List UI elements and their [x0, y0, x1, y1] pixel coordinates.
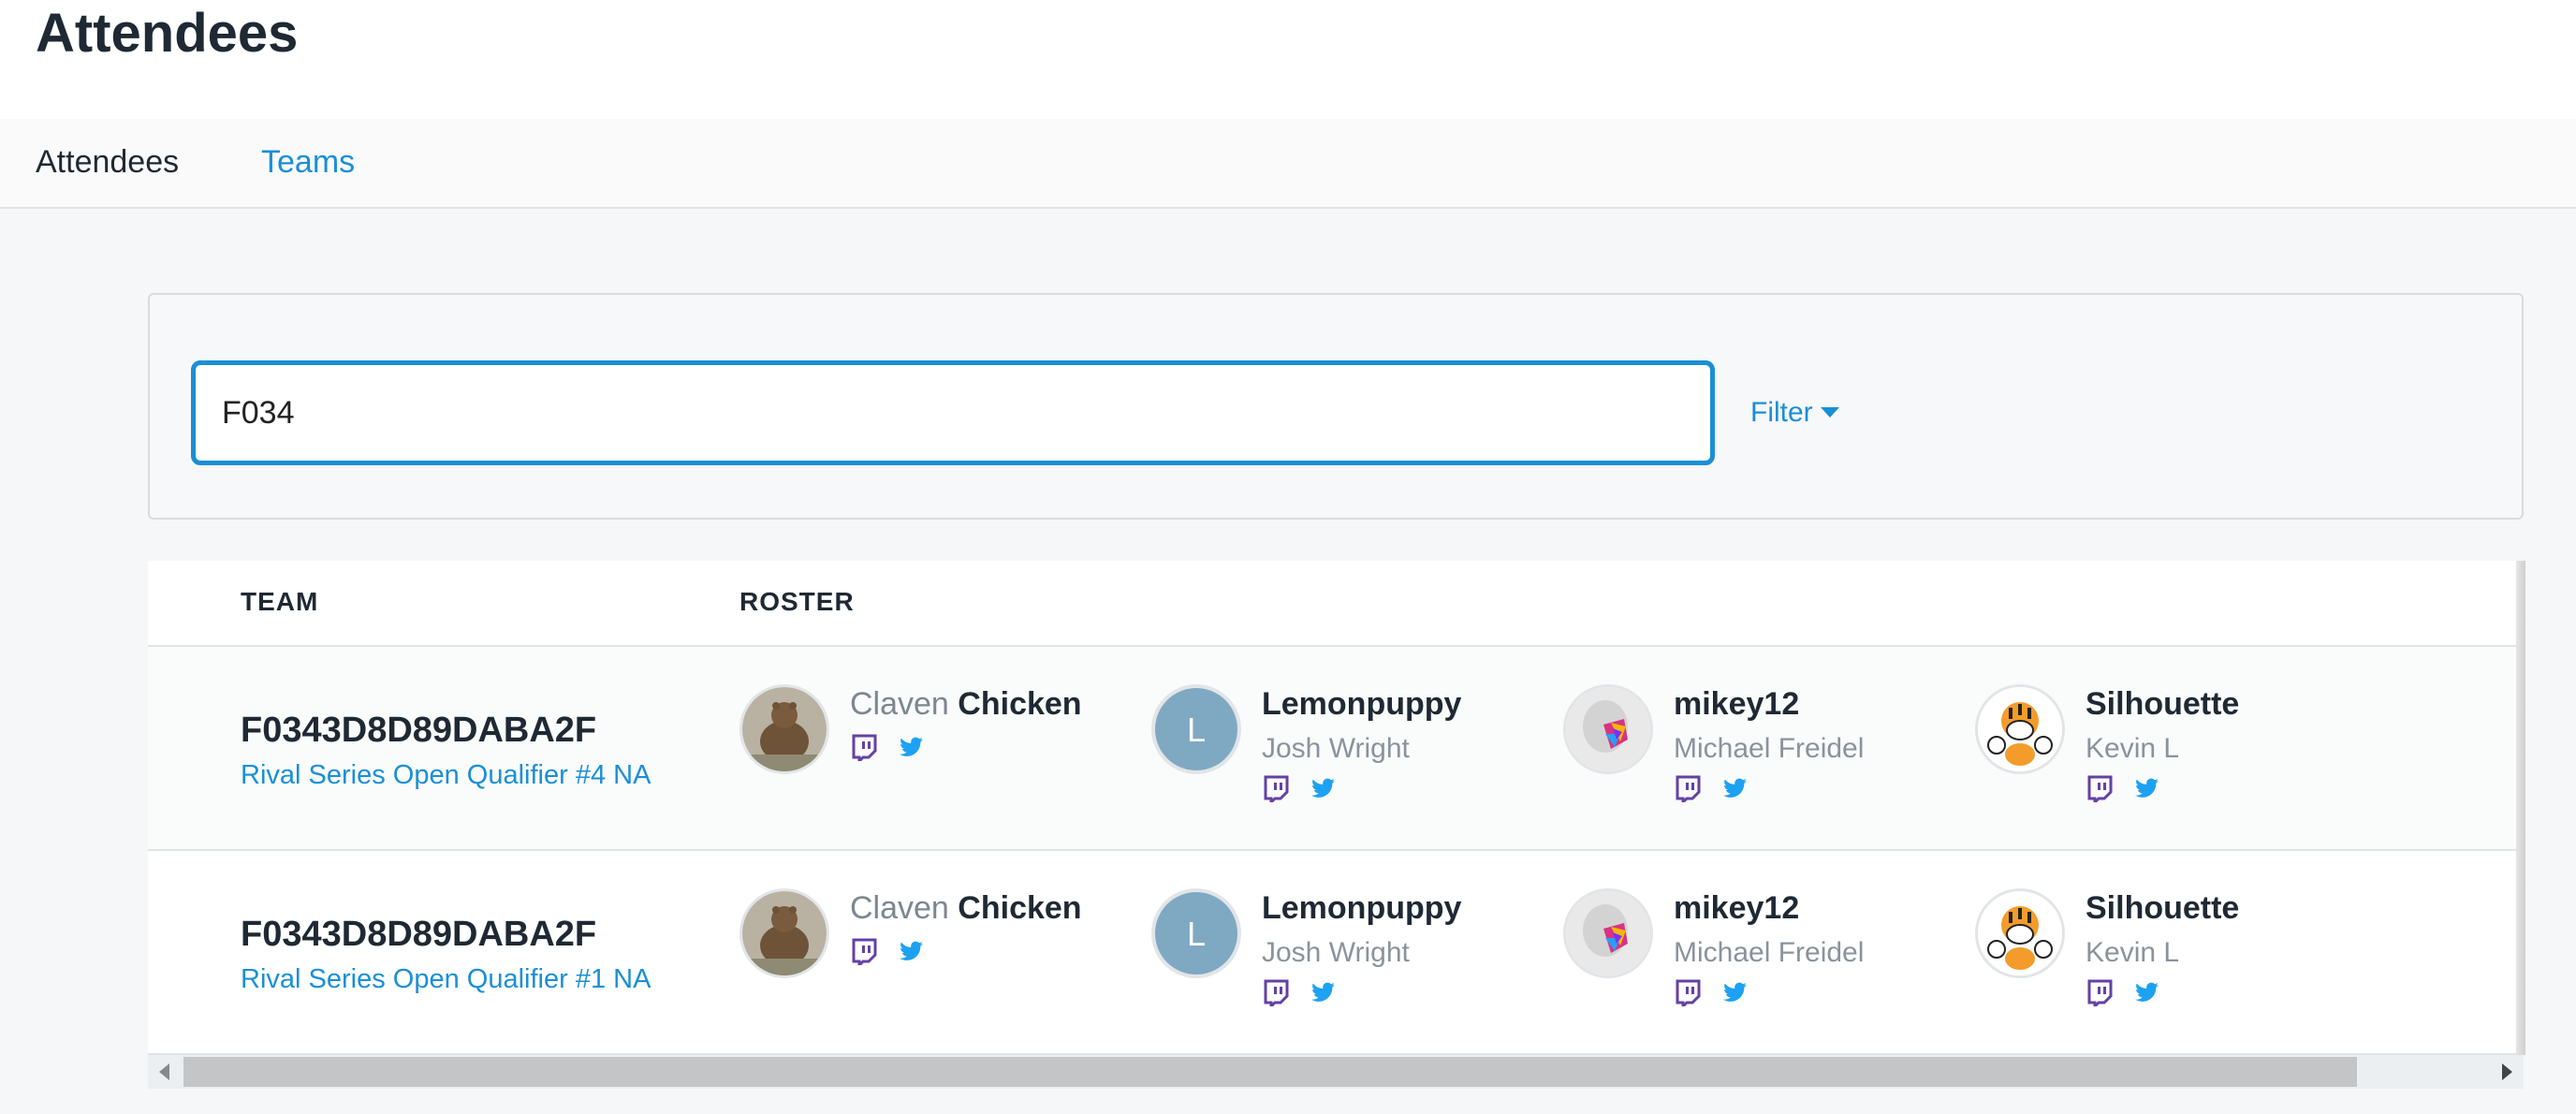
- member-real-name: Michael Freidel: [1674, 937, 1865, 968]
- scroll-left-icon[interactable]: [159, 1063, 169, 1080]
- member-real-name: Kevin L: [2086, 937, 2180, 968]
- scrollbar-thumb[interactable]: [183, 1057, 2357, 1087]
- avatar-bear[interactable]: [739, 684, 829, 774]
- twitter-icon[interactable]: [897, 733, 925, 761]
- horizontal-scrollbar[interactable]: [148, 1055, 2524, 1089]
- twitch-icon[interactable]: [1262, 978, 1290, 1006]
- tab-bar: Attendees Teams: [0, 119, 2576, 209]
- twitter-icon[interactable]: [1309, 978, 1337, 1006]
- roster-member: L Lemonpuppy Josh Wright: [1151, 684, 1526, 825]
- twitch-icon[interactable]: [2086, 774, 2114, 802]
- page-header: Attendees: [0, 0, 2576, 121]
- twitter-icon[interactable]: [1309, 774, 1337, 802]
- avatar-letter[interactable]: L: [1151, 684, 1241, 774]
- social-links: [2086, 978, 2179, 1006]
- roster-member: Silhouette Kevin L: [1975, 888, 2349, 1029]
- tab-teams[interactable]: Teams: [261, 141, 355, 183]
- event-link[interactable]: Rival Series Open Qualifier #1 NA: [241, 961, 651, 997]
- twitch-icon[interactable]: [850, 937, 878, 965]
- member-handle: Silhouette: [2086, 890, 2240, 926]
- team-name: F0343D8D89DABA2F: [241, 915, 597, 954]
- member-handle: Lemonpuppy: [1262, 686, 1462, 722]
- filter-label: Filter: [1750, 397, 1813, 428]
- twitter-icon[interactable]: [1720, 774, 1749, 802]
- filter-dropdown-button[interactable]: Filter: [1750, 394, 1839, 432]
- search-input[interactable]: [191, 360, 1715, 465]
- member-prefix: Claven: [850, 686, 949, 722]
- member-handle: mikey12: [1674, 890, 1800, 926]
- social-links: [1262, 774, 1355, 802]
- twitch-icon[interactable]: [850, 733, 878, 761]
- avatar-letter[interactable]: L: [1151, 888, 1241, 978]
- social-links: [1674, 978, 1767, 1006]
- twitch-icon[interactable]: [1674, 978, 1702, 1006]
- roster-member: Claven Chicken: [739, 888, 1114, 1029]
- twitter-icon[interactable]: [2132, 978, 2160, 1006]
- member-name: Claven Chicken: [850, 888, 1082, 928]
- table-row: F0343D8D89DABA2F Rival Series Open Quali…: [148, 851, 2524, 1055]
- avatar-helmet[interactable]: [1563, 684, 1653, 774]
- member-handle: mikey12: [1674, 686, 1800, 722]
- twitch-icon[interactable]: [2086, 978, 2114, 1006]
- column-header-team: TEAM: [241, 587, 319, 616]
- member-real-name: Kevin L: [2086, 733, 2180, 764]
- column-header-roster: ROSTER: [739, 587, 855, 616]
- avatar-helmet[interactable]: [1563, 888, 1653, 978]
- avatar-bear[interactable]: [739, 888, 829, 978]
- twitch-icon[interactable]: [1674, 774, 1702, 802]
- roster-member: mikey12 Michael Freidel: [1563, 684, 1938, 825]
- scroll-right-icon[interactable]: [2502, 1063, 2512, 1080]
- roster-member: L Lemonpuppy Josh Wright: [1151, 888, 1526, 1029]
- search-panel: Filter: [148, 293, 2524, 520]
- twitter-icon[interactable]: [2132, 774, 2160, 802]
- table-row: F0343D8D89DABA2F Rival Series Open Quali…: [148, 647, 2524, 851]
- event-link[interactable]: Rival Series Open Qualifier #4 NA: [241, 757, 651, 793]
- page-title: Attendees: [36, 3, 299, 64]
- social-links: [850, 937, 944, 965]
- member-handle: Chicken: [958, 686, 1082, 722]
- social-links: [850, 733, 944, 761]
- roster-member: Silhouette Kevin L: [1975, 684, 2349, 825]
- twitter-icon[interactable]: [1720, 978, 1749, 1006]
- teams-table: TEAM ROSTER F0343D8D89DABA2F Rival Serie…: [148, 561, 2524, 1055]
- table-scroll-edge: [2516, 561, 2525, 1055]
- social-links: [1262, 978, 1355, 1006]
- member-real-name: Josh Wright: [1262, 937, 1410, 968]
- member-real-name: Josh Wright: [1262, 733, 1410, 764]
- member-prefix: Claven: [850, 890, 949, 926]
- member-handle: Silhouette: [2086, 686, 2240, 722]
- twitch-icon[interactable]: [1262, 774, 1290, 802]
- social-links: [2086, 774, 2179, 802]
- member-handle: Chicken: [958, 890, 1082, 926]
- twitter-icon[interactable]: [897, 937, 925, 965]
- social-links: [1674, 774, 1767, 802]
- caret-down-icon: [1820, 407, 1839, 418]
- team-name: F0343D8D89DABA2F: [241, 711, 597, 750]
- table-header: TEAM ROSTER: [148, 561, 2524, 647]
- member-name: Claven Chicken: [850, 684, 1082, 724]
- member-real-name: Michael Freidel: [1674, 733, 1865, 764]
- roster-member: mikey12 Michael Freidel: [1563, 888, 1938, 1029]
- member-handle: Lemonpuppy: [1262, 890, 1462, 926]
- tab-attendees[interactable]: Attendees: [36, 141, 179, 183]
- avatar-tiger[interactable]: [1975, 684, 2065, 774]
- avatar-tiger[interactable]: [1975, 888, 2065, 978]
- roster-member: Claven Chicken: [739, 684, 1114, 825]
